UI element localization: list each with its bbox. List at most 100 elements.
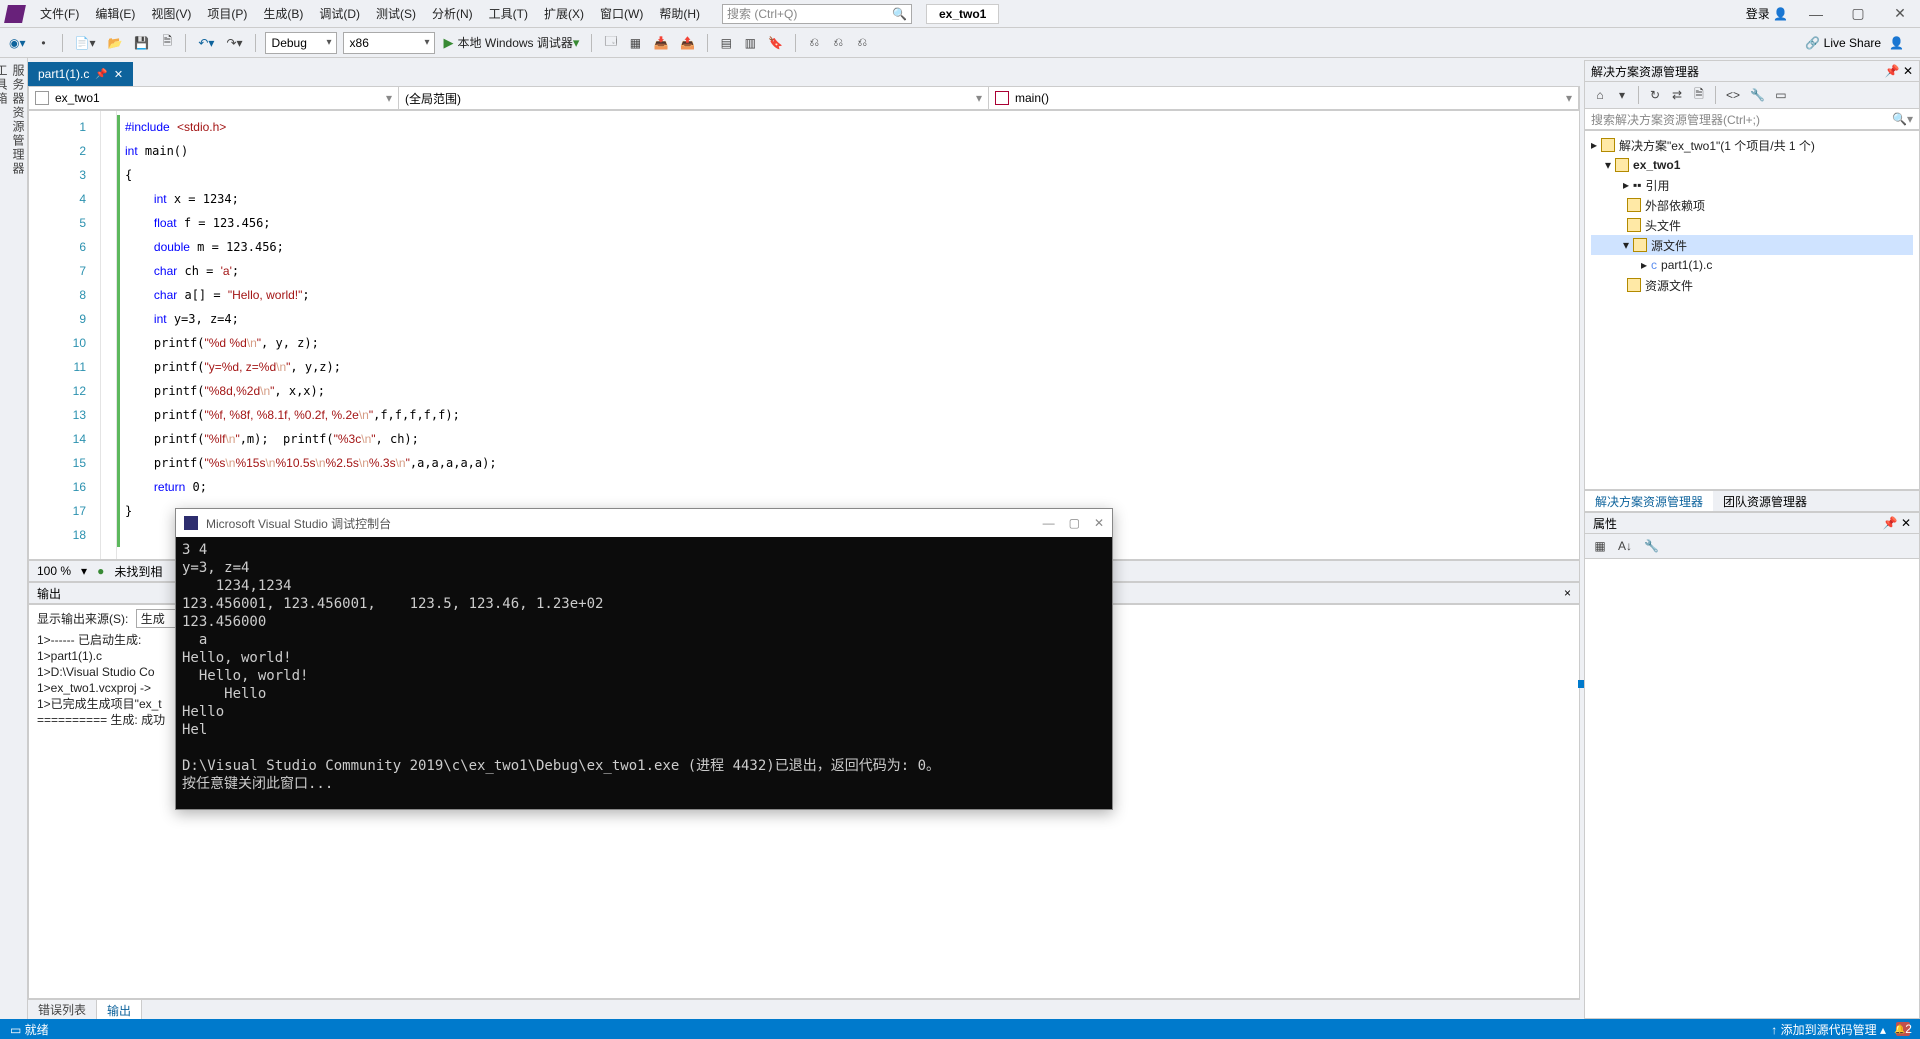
menu-file[interactable]: 文件(F): [32, 3, 87, 24]
tab-team-explorer[interactable]: 团队资源管理器: [1713, 491, 1817, 511]
sol-tb-props-icon[interactable]: 🔧: [1747, 85, 1768, 105]
save-all-button[interactable]: 🗎: [158, 33, 176, 53]
sol-tb-icon[interactable]: 🗎: [1690, 85, 1708, 105]
vs-logo-icon: [4, 5, 26, 23]
nav-function[interactable]: main(): [989, 87, 1579, 109]
code-area[interactable]: #include <stdio.h> int main() { int x = …: [117, 111, 1579, 559]
tb-icon-6[interactable]: ▥: [741, 33, 759, 53]
window-maximize[interactable]: ▢: [1844, 5, 1872, 22]
menu-project[interactable]: 项目(P): [199, 3, 255, 24]
close-icon[interactable]: ✕: [114, 68, 123, 81]
tb-icon-9[interactable]: ⎌: [829, 33, 847, 53]
tb-icon-5[interactable]: ▤: [717, 33, 735, 53]
console-titlebar[interactable]: Microsoft Visual Studio 调试控制台 — ▢ ✕: [176, 509, 1112, 537]
new-item-button[interactable]: 📄▾: [72, 33, 99, 53]
tb-icon-2[interactable]: ▦: [626, 33, 644, 53]
user-icon: 👤: [1773, 7, 1788, 21]
redo-button[interactable]: ↷▾: [223, 33, 245, 53]
node-source[interactable]: ▾源文件: [1591, 235, 1913, 255]
nav-scope[interactable]: ex_two1: [29, 87, 399, 109]
nav-region[interactable]: (全局范围): [399, 87, 989, 109]
platform-combo[interactable]: x86: [343, 32, 435, 54]
folder-icon: [1627, 198, 1641, 212]
prop-categorize-icon[interactable]: ▦: [1591, 536, 1609, 556]
undo-button[interactable]: ↶▾: [195, 33, 217, 53]
document-tab[interactable]: part1(1).c 📌 ✕: [28, 62, 133, 86]
solution-search[interactable]: 搜索解决方案资源管理器(Ctrl+;)🔍▾: [1584, 108, 1920, 130]
tb-icon-10[interactable]: ⎌: [853, 33, 871, 53]
menu-analyze[interactable]: 分析(N): [424, 3, 481, 24]
window-close[interactable]: ✕: [1886, 5, 1914, 22]
live-share-button[interactable]: 🔗 Live Share: [1805, 36, 1881, 50]
console-close[interactable]: ✕: [1094, 516, 1104, 530]
tab-output[interactable]: 输出: [96, 999, 142, 1021]
menu-build[interactable]: 生成(B): [255, 3, 311, 24]
rail-server-explorer[interactable]: 服务器资源管理器: [10, 64, 27, 1019]
node-headers[interactable]: 头文件: [1591, 215, 1913, 235]
tb-icon-7[interactable]: 🔖: [765, 33, 786, 53]
tb-icon-3[interactable]: 📥: [650, 33, 671, 53]
console-maximize[interactable]: ▢: [1069, 516, 1080, 530]
menu-extensions[interactable]: 扩展(X): [536, 3, 592, 24]
tab-solution-explorer[interactable]: 解决方案资源管理器: [1585, 491, 1713, 511]
node-resource[interactable]: 资源文件: [1591, 275, 1913, 295]
menu-help[interactable]: 帮助(H): [651, 3, 708, 24]
menu-debug[interactable]: 调试(D): [311, 3, 368, 24]
menu-window[interactable]: 窗口(W): [592, 3, 651, 24]
node-external[interactable]: 外部依赖项: [1591, 195, 1913, 215]
solution-tree[interactable]: ▸解决方案"ex_two1"(1 个项目/共 1 个) ▾ex_two1 ▸▪▪…: [1584, 130, 1920, 490]
sol-tb-icon[interactable]: <>: [1723, 85, 1743, 105]
separator: [62, 34, 63, 52]
notification-bell-icon[interactable]: 🔔2: [1896, 1022, 1910, 1036]
add-to-source-control[interactable]: ↑ 添加到源代码管理 ▴: [1771, 1021, 1886, 1038]
start-debug-button[interactable]: ▶ 本地 Windows 调试器 ▾: [441, 33, 583, 53]
pin-icon[interactable]: 📌: [1885, 64, 1900, 78]
fold-margin[interactable]: [101, 111, 117, 559]
console-minimize[interactable]: —: [1043, 516, 1055, 530]
menu-edit[interactable]: 编辑(E): [87, 3, 143, 24]
debug-console-window[interactable]: Microsoft Visual Studio 调试控制台 — ▢ ✕ 3 4 …: [175, 508, 1113, 810]
pin-icon[interactable]: 📌: [1883, 516, 1898, 530]
window-minimize[interactable]: —: [1802, 6, 1830, 22]
node-file[interactable]: ▸cpart1(1).c: [1591, 255, 1913, 275]
forward-button[interactable]: •: [35, 33, 53, 53]
tb-icon-1[interactable]: 🗔: [601, 33, 620, 53]
close-icon[interactable]: ✕: [1901, 516, 1911, 530]
node-references[interactable]: ▸▪▪引用: [1591, 175, 1913, 195]
quick-search[interactable]: 搜索 (Ctrl+Q) 🔍: [722, 4, 912, 24]
sol-tb-icon[interactable]: ▭: [1772, 85, 1790, 105]
prop-sort-icon[interactable]: A↓: [1615, 536, 1635, 556]
tb-icon-4[interactable]: 📤: [677, 33, 698, 53]
pin-icon[interactable]: 📌: [95, 69, 107, 80]
splitter-handle[interactable]: [1578, 680, 1584, 688]
back-button[interactable]: ◉▾: [6, 33, 29, 53]
zoom-combo[interactable]: 100 %: [37, 564, 71, 578]
project-node[interactable]: ▾ex_two1: [1591, 155, 1913, 175]
menu-view[interactable]: 视图(V): [143, 3, 199, 24]
close-icon[interactable]: ✕: [1903, 64, 1913, 78]
tab-error-list[interactable]: 错误列表: [28, 999, 96, 1020]
properties-body: [1584, 558, 1920, 1019]
tb-icon-8[interactable]: ⎌: [805, 33, 823, 53]
project-icon: [1615, 158, 1629, 172]
prop-wrench-icon[interactable]: 🔧: [1641, 536, 1662, 556]
sol-tb-sync-icon[interactable]: ⇄: [1668, 85, 1686, 105]
menu-tools[interactable]: 工具(T): [481, 3, 536, 24]
separator: [255, 34, 256, 52]
sol-tb-icon[interactable]: ▾: [1613, 85, 1631, 105]
output-close[interactable]: ×: [1564, 586, 1571, 600]
login-link[interactable]: 登录 👤: [1746, 5, 1788, 22]
menu-test[interactable]: 测试(S): [368, 3, 424, 24]
left-tool-rail: 服务器资源管理器 工具箱: [0, 58, 28, 1019]
open-button[interactable]: 📂: [104, 33, 125, 53]
sol-tb-refresh-icon[interactable]: ↻: [1646, 85, 1664, 105]
feedback-icon[interactable]: 👤: [1889, 36, 1904, 50]
sol-tb-home-icon[interactable]: ⌂: [1591, 85, 1609, 105]
console-body[interactable]: 3 4 y=3, z=4 1234,1234 123.456001, 123.4…: [176, 537, 1112, 809]
config-combo[interactable]: Debug: [265, 32, 337, 54]
code-editor[interactable]: 123456789 101112131415161718 #include <s…: [28, 110, 1580, 560]
solution-header: 解决方案资源管理器 📌 ✕: [1584, 60, 1920, 82]
solution-root[interactable]: ▸解决方案"ex_two1"(1 个项目/共 1 个): [1591, 135, 1913, 155]
save-button[interactable]: 💾: [131, 33, 152, 53]
rail-toolbox[interactable]: 工具箱: [0, 64, 10, 1019]
